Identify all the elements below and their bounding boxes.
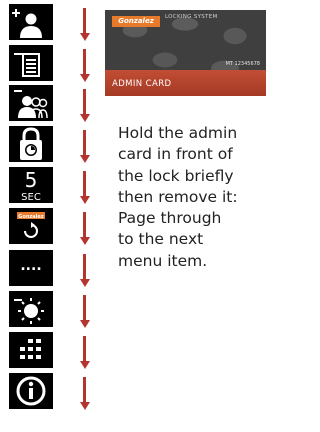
five-seconds-icon: 5 SEC [9,167,53,203]
instruction-text: Hold the admin card in front of the lock… [118,124,238,270]
card-label: ADMIN CARD [112,79,172,89]
down-arrow [80,8,90,41]
down-arrow [80,212,90,245]
seconds-unit: SEC [21,192,41,203]
info-icon [9,373,53,409]
down-arrow [80,49,90,82]
list-document-icon [9,45,53,81]
brightness-icon [9,291,53,327]
down-arrow [80,336,90,369]
card-serial: MT 12345678 [225,61,260,67]
keypad-grid-icon [9,332,53,368]
down-arrow [80,295,90,328]
down-arrow [80,254,90,287]
down-arrow [80,130,90,163]
down-arrow [80,377,90,410]
lock-timer-icon [9,126,53,162]
down-arrow [80,171,90,204]
menu-steps-column: 5 SEC Gonzalez .... [0,0,100,432]
admin-card-image: Gonzalez LOCKING SYSTEM MT 12345678 ADMI… [105,10,266,96]
remove-users-icon [9,85,53,121]
card-logo: Gonzalez [112,16,160,27]
code-dots-icon: .... [9,250,53,286]
mini-card-logo: Gonzalez [18,214,43,220]
card-brand: LOCKING SYSTEM [165,14,218,20]
down-arrow [80,89,90,122]
code-dots: .... [20,258,41,274]
seconds-digit: 5 [25,168,38,192]
rotate-card-icon: Gonzalez [9,208,53,244]
add-user-icon [9,4,53,40]
